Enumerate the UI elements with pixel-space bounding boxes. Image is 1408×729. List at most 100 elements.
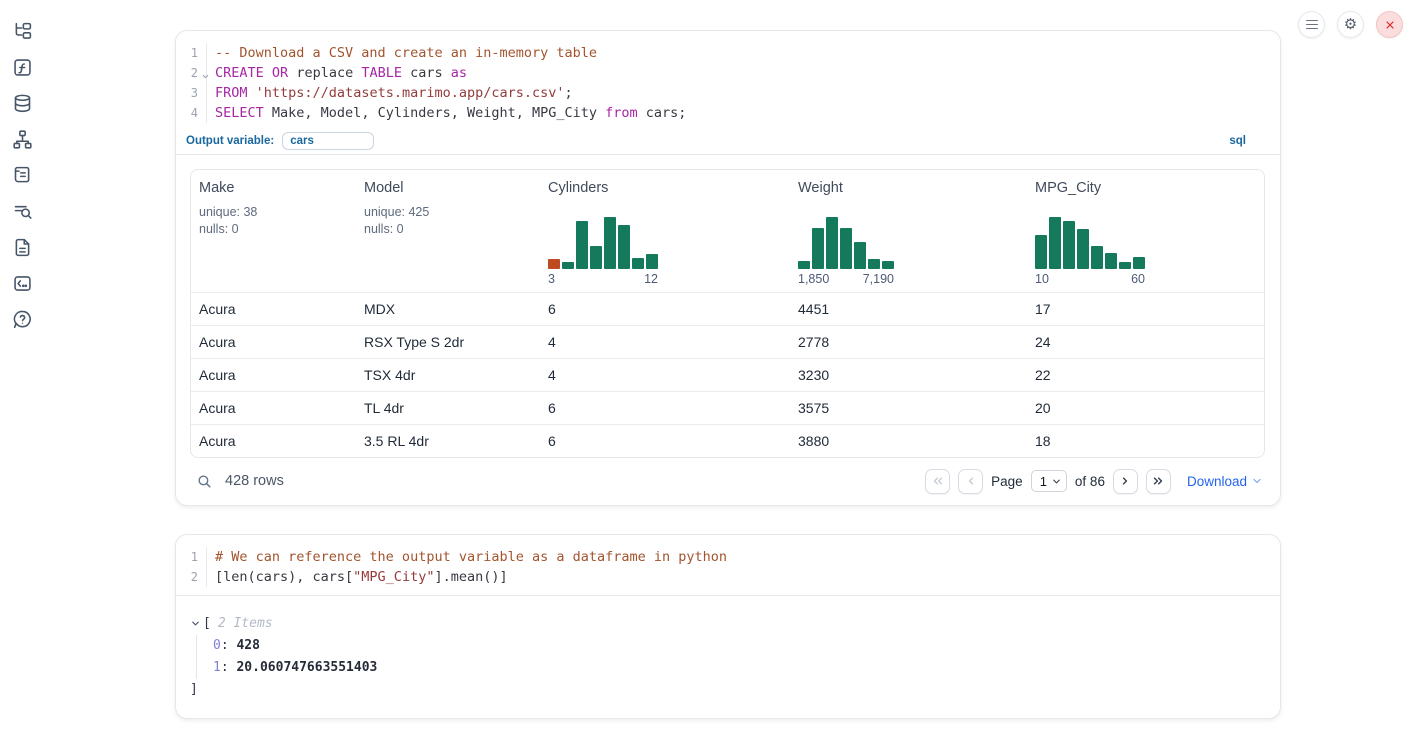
- histogram-bar: [1049, 217, 1061, 269]
- tree-entry-key: 1: [213, 660, 221, 675]
- code-text: [len(cars), cars["MPG_City"].mean()]: [207, 567, 508, 587]
- column-stat: nulls: 0: [199, 221, 356, 238]
- page-label: Page: [991, 474, 1023, 489]
- histogram-bar: [1105, 253, 1117, 269]
- column-header-model[interactable]: Modelunique: 425nulls: 0: [356, 180, 540, 286]
- histogram-bars: [548, 217, 658, 269]
- table-cell: RSX Type S 2dr: [356, 334, 540, 350]
- page-total-label: of 86: [1075, 474, 1105, 489]
- function-icon[interactable]: [12, 57, 33, 78]
- line-number: 2: [176, 63, 207, 83]
- pagination: Page 1 of 86 Download: [925, 469, 1263, 494]
- histogram-bar: [632, 258, 644, 269]
- table-cell: Acura: [191, 301, 356, 317]
- histogram-bar: [1091, 246, 1103, 269]
- first-page-button[interactable]: [925, 469, 950, 494]
- chevrons-right-icon: [1151, 474, 1165, 488]
- code-text: CREATE OR replace TABLE cars as: [207, 63, 467, 83]
- shutdown-button[interactable]: [1376, 11, 1403, 38]
- python-cell: 1# We can reference the output variable …: [175, 534, 1281, 719]
- axis-label: 60: [1131, 272, 1145, 286]
- column-histogram[interactable]: 1,8507,190: [798, 217, 1027, 286]
- histogram-bars: [798, 217, 894, 269]
- table-cell: Acura: [191, 400, 356, 416]
- download-button[interactable]: Download: [1187, 474, 1263, 489]
- tree-entry-value: 428: [236, 638, 259, 653]
- menu-button[interactable]: [1298, 11, 1325, 38]
- table-cell: 24: [1027, 334, 1264, 350]
- histogram-bars: [1035, 217, 1145, 269]
- histogram-axis-labels: 1,8507,190: [798, 272, 894, 286]
- histogram-bar: [868, 259, 880, 269]
- column-header-mpg_city[interactable]: MPG_City1060: [1027, 180, 1264, 286]
- line-number: 4: [176, 103, 207, 123]
- tree-collapse-toggle[interactable]: [190, 618, 201, 629]
- help-icon[interactable]: [12, 309, 33, 330]
- document-icon[interactable]: [12, 237, 33, 258]
- table-cell: 4451: [790, 301, 1027, 317]
- table-cell: 20: [1027, 400, 1264, 416]
- database-icon[interactable]: [12, 93, 33, 114]
- histogram-bar: [548, 259, 560, 269]
- table-cell: 6: [540, 301, 790, 317]
- axis-label: 3: [548, 272, 555, 286]
- column-header-weight[interactable]: Weight1,8507,190: [790, 180, 1027, 286]
- code-box-icon[interactable]: [12, 273, 33, 294]
- python-code-editor[interactable]: 1# We can reference the output variable …: [176, 535, 1280, 595]
- sql-cell: 1 -- Download a CSV and create an in-memo…: [175, 30, 1281, 506]
- tree-entry: 1: 20.060747663551403: [213, 657, 1266, 679]
- tree-entry-separator: :: [221, 660, 237, 675]
- previous-page-button[interactable]: [958, 469, 983, 494]
- table-cell: Acura: [191, 367, 356, 383]
- tree-children: 0: 4281: 20.060747663551403: [196, 635, 1266, 679]
- code-line: 2[len(cars), cars["MPG_City"].mean()]: [176, 567, 1280, 587]
- chevron-down-icon: [1051, 476, 1062, 487]
- output-variable-input[interactable]: [282, 132, 374, 150]
- tree-entry-key: 0: [213, 638, 221, 653]
- column-name: Cylinders: [548, 180, 790, 196]
- column-header-make[interactable]: Makeunique: 38nulls: 0: [191, 180, 356, 286]
- histogram-bar: [1133, 257, 1145, 269]
- sql-code-editor[interactable]: 1-- Download a CSV and create an in-memo…: [176, 31, 1280, 131]
- column-stat: nulls: 0: [364, 221, 540, 238]
- histogram-bar: [812, 228, 824, 269]
- row-count: 428 rows: [225, 473, 284, 489]
- histogram-bar: [1035, 235, 1047, 269]
- scroll-icon[interactable]: [12, 165, 33, 186]
- table-cell: 4: [540, 367, 790, 383]
- tree-entry-value: 20.060747663551403: [236, 660, 377, 675]
- settings-button[interactable]: ⚙: [1337, 11, 1364, 38]
- axis-label: 7,190: [863, 272, 894, 286]
- hamburger-icon: [1306, 20, 1318, 30]
- page-select[interactable]: 1: [1031, 470, 1067, 492]
- histogram-axis-labels: 10 60: [1035, 272, 1145, 286]
- histogram-bar: [840, 228, 852, 269]
- notebook-area: 1 -- Download a CSV and create an in-memo…: [175, 30, 1281, 719]
- table-cell: Acura: [191, 433, 356, 449]
- data-table: Makeunique: 38nulls: 0Modelunique: 425nu…: [190, 169, 1265, 458]
- chevrons-left-icon: [931, 474, 945, 488]
- table-header: Makeunique: 38nulls: 0Modelunique: 425nu…: [191, 170, 1264, 292]
- histogram-bar: [854, 242, 866, 269]
- table-cell: MDX: [356, 301, 540, 317]
- page-select-value: 1: [1040, 474, 1047, 489]
- column-histogram[interactable]: 10 60: [1035, 217, 1264, 286]
- download-label: Download: [1187, 474, 1247, 489]
- search-list-icon[interactable]: [12, 201, 33, 222]
- language-badge: sql: [1229, 135, 1246, 147]
- column-histogram[interactable]: 312: [548, 217, 790, 286]
- column-header-cylinders[interactable]: Cylinders 312: [540, 180, 790, 286]
- search-button[interactable]: [196, 473, 213, 490]
- code-text: FROM 'https://datasets.marimo.app/cars.c…: [207, 83, 573, 103]
- axis-label: 10: [1035, 272, 1049, 286]
- tree-entry: 0: 428: [213, 635, 1266, 657]
- table-cell: 22: [1027, 367, 1264, 383]
- last-page-button[interactable]: [1146, 469, 1171, 494]
- marimo-notebook: ⚙ 1 -- Download a CSV and create an in-me…: [0, 0, 1408, 729]
- histogram-bar: [646, 254, 658, 269]
- code-text: -- Download a CSV and create an in-memor…: [207, 43, 597, 63]
- file-tree-icon[interactable]: [12, 21, 33, 42]
- dependency-graph-icon[interactable]: [12, 129, 33, 150]
- next-page-button[interactable]: [1113, 469, 1138, 494]
- histogram-bar: [1119, 262, 1131, 269]
